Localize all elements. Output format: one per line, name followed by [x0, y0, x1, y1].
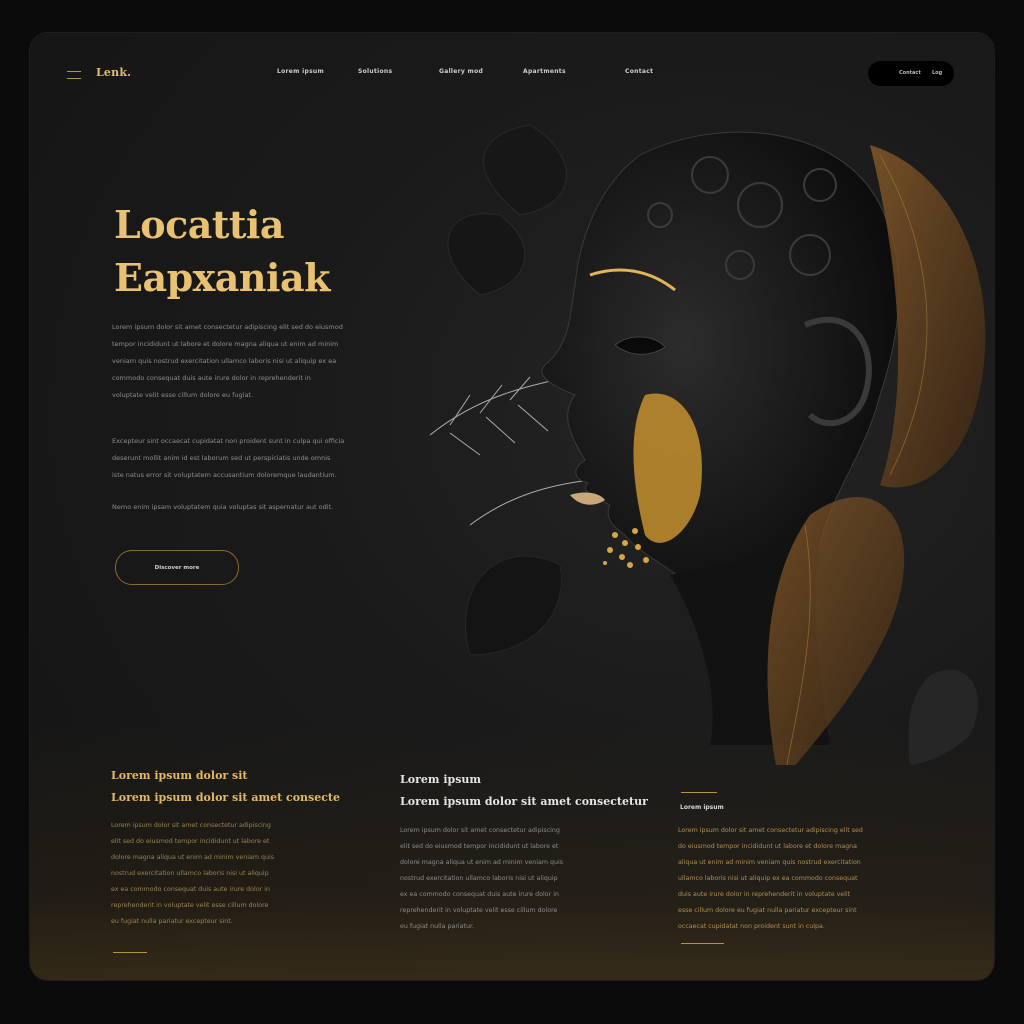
nav-item-3[interactable]: Gallery mod: [439, 68, 483, 75]
menu-icon[interactable]: [67, 71, 81, 79]
hero-paragraph-2: Excepteur sint occaecat cupidatat non pr…: [112, 437, 345, 479]
profile-illustration: [429, 124, 986, 765]
site-logo[interactable]: Lenk.: [96, 66, 131, 79]
hero-paragraph-3: Nemo enim ipsam voluptatem quia voluptas…: [112, 503, 334, 511]
nav-item-4[interactable]: Apartments: [523, 68, 566, 75]
col3-top-rule: [681, 792, 717, 793]
col1-body: Lorem ipsum dolor sit amet consectetur a…: [111, 822, 275, 925]
col1-rule: [113, 952, 147, 953]
col2-body: Lorem ipsum dolor sit amet consectetur a…: [400, 827, 564, 930]
nav-item-5[interactable]: Contact: [625, 68, 653, 75]
header-pill[interactable]: Contact Log: [868, 61, 954, 86]
col1-kicker: Lorem ipsum dolor sit: [111, 769, 248, 782]
col3-bottom-rule: [681, 943, 724, 944]
col3-body: Lorem ipsum dolor sit amet consectetur a…: [678, 827, 863, 930]
hero-title-line1: Locattia: [114, 202, 284, 247]
pill-contact[interactable]: Contact: [899, 70, 921, 76]
col1-title: Lorem ipsum dolor sit amet consecte: [111, 791, 340, 804]
hero-title-line2: Eapxaniak: [114, 255, 330, 301]
nav-item-2[interactable]: Solutions: [358, 68, 392, 75]
col2-title: Lorem ipsum dolor sit amet consectetur: [400, 795, 648, 808]
hero-paragraph-1: Lorem ipsum dolor sit amet consectetur a…: [112, 323, 343, 399]
discover-button[interactable]: Discover more: [115, 550, 239, 585]
page-frame: Lenk. Lorem ipsum Solutions Gallery mod …: [30, 33, 994, 980]
col3-kicker: Lorem ipsum: [680, 804, 724, 811]
pill-log[interactable]: Log: [932, 70, 942, 76]
col2-kicker: Lorem ipsum: [400, 773, 482, 786]
hero-title: Locattia Eapxaniak: [114, 198, 330, 304]
nav-item-1[interactable]: Lorem ipsum: [277, 68, 324, 75]
